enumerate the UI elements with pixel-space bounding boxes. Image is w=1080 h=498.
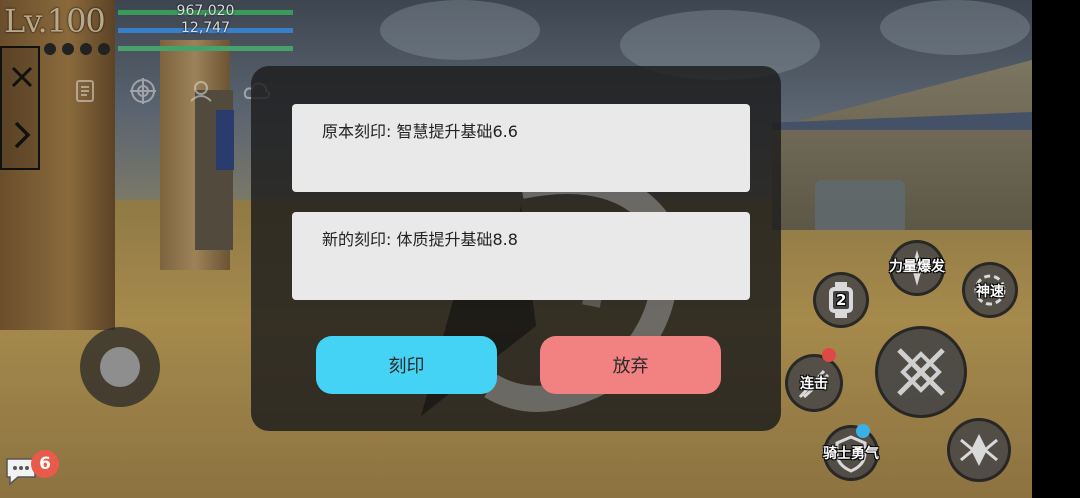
close-icon bbox=[11, 66, 33, 88]
chevron-right-icon bbox=[14, 121, 31, 149]
player-level: Lv.100 bbox=[4, 2, 106, 40]
crossed-swords-icon bbox=[897, 348, 945, 396]
hp-value: 967,020 bbox=[176, 3, 235, 19]
buff-dot bbox=[98, 43, 110, 55]
wings-icon bbox=[960, 434, 998, 466]
side-menu bbox=[0, 46, 40, 170]
skill-power-burst-label: 力量爆发 bbox=[889, 259, 945, 275]
original-engraving-label: 原本刻印: bbox=[322, 122, 392, 141]
potion-slot-number: 2 bbox=[836, 291, 847, 309]
voice-button[interactable] bbox=[186, 76, 216, 106]
original-engraving-box: 原本刻印: 智慧提升基础6.6 bbox=[292, 104, 750, 192]
quest-scroll-button[interactable] bbox=[70, 76, 100, 106]
screen-edge bbox=[1032, 0, 1080, 498]
crosshair-icon bbox=[130, 78, 156, 104]
wall-banner bbox=[216, 110, 234, 170]
joystick-thumb[interactable] bbox=[100, 347, 140, 387]
buff-dot bbox=[80, 43, 92, 55]
new-engraving-value: 体质提升基础8.8 bbox=[396, 230, 518, 249]
attack-button[interactable] bbox=[875, 326, 967, 418]
ruby-gem-icon bbox=[822, 348, 836, 362]
close-button[interactable] bbox=[2, 52, 42, 102]
cloud bbox=[880, 0, 1030, 55]
statue bbox=[815, 180, 905, 230]
exp-bar bbox=[118, 46, 293, 51]
cloud bbox=[380, 0, 540, 60]
new-engraving-label: 新的刻印: bbox=[322, 230, 392, 249]
skill-knight-courage-label: 骑士勇气 bbox=[823, 446, 879, 462]
buff-dots bbox=[44, 43, 110, 55]
unread-badge: 6 bbox=[31, 450, 59, 478]
new-engraving-box: 新的刻印: 体质提升基础8.8 bbox=[292, 212, 750, 300]
sapphire-gem-icon bbox=[856, 424, 870, 438]
original-engraving-value: 智慧提升基础6.6 bbox=[396, 122, 518, 141]
ultimate-skill-button[interactable] bbox=[947, 418, 1011, 482]
skill-divine-speed-label: 神速 bbox=[976, 284, 1004, 300]
abandon-button[interactable]: 放弃 bbox=[540, 336, 721, 394]
buff-dot bbox=[44, 43, 56, 55]
buff-dot bbox=[62, 43, 74, 55]
headset-icon bbox=[190, 81, 212, 102]
expand-button[interactable] bbox=[2, 110, 42, 160]
skill-combo-label: 连击 bbox=[800, 376, 828, 392]
engrave-dialog: 原本刻印: 智慧提升基础6.6 新的刻印: 体质提升基础8.8 刻印 放弃 bbox=[251, 66, 781, 431]
mp-value: 12,747 bbox=[181, 20, 230, 36]
engrave-button[interactable]: 刻印 bbox=[316, 336, 497, 394]
target-button[interactable] bbox=[128, 76, 158, 106]
scroll-icon bbox=[76, 80, 94, 102]
